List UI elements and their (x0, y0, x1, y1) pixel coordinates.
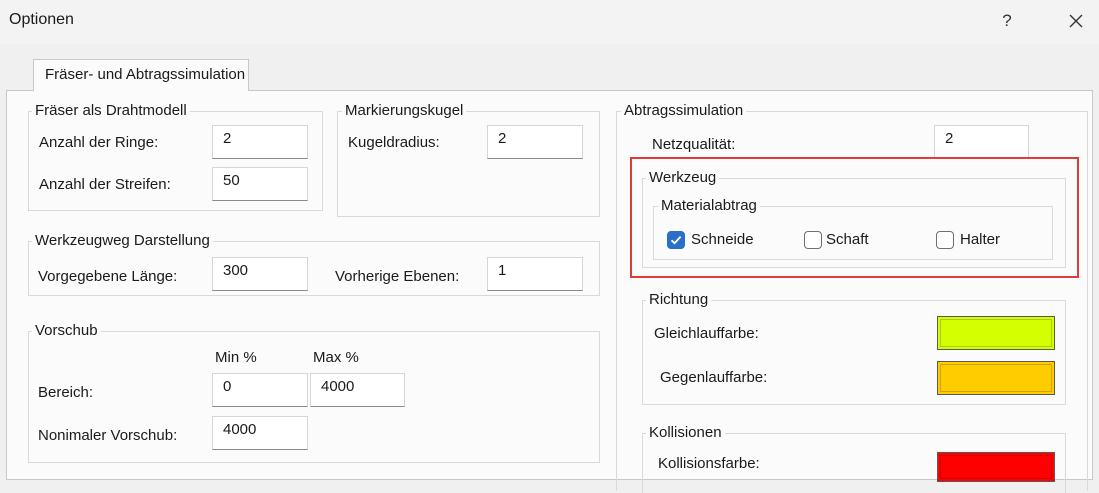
group-title: Richtung (646, 291, 712, 309)
group-title: Werkzeugweg Darstellung (32, 232, 213, 250)
ringe-input[interactable]: 2 (212, 125, 308, 159)
bereich-label: Bereich: (38, 384, 94, 401)
ringe-label: Anzahl der Ringe: (39, 134, 159, 151)
schneide-checkbox[interactable] (667, 231, 685, 249)
group-title: Materialabtrag (658, 197, 760, 215)
ebenen-input[interactable]: 1 (487, 257, 583, 291)
schaft-checkbox[interactable] (804, 231, 822, 249)
help-icon: ? (1002, 11, 1012, 30)
min-header: Min % (215, 349, 257, 366)
laenge-input[interactable]: 300 (212, 257, 308, 291)
streifen-input[interactable]: 50 (212, 167, 308, 201)
gleichlauf-label: Gleichlauffarbe: (654, 325, 759, 342)
close-button[interactable] (1054, 6, 1098, 36)
netzqualitaet-input[interactable]: 2 (934, 125, 1029, 159)
netzqualitaet-label: Netzqualität: (652, 136, 736, 153)
tab-fraeser-abtragssimulation[interactable]: Fräser- und Abtragssimulation (33, 59, 249, 91)
group-title: Werkzeug (646, 169, 720, 187)
schneide-label[interactable]: Schneide (691, 231, 754, 248)
kugelradius-input[interactable]: 2 (487, 125, 583, 159)
group-title: Abtragssimulation (621, 102, 747, 120)
gleichlauf-color-swatch[interactable] (937, 316, 1055, 350)
halter-label[interactable]: Halter (960, 231, 1000, 248)
kollision-label: Kollisionsfarbe: (658, 455, 760, 472)
kollision-color-swatch[interactable] (937, 452, 1055, 482)
nominal-label: Nonimaler Vorschub: (38, 427, 178, 444)
min-input[interactable]: 0 (212, 373, 308, 407)
max-header: Max % (313, 349, 359, 366)
help-button[interactable]: ? (985, 6, 1029, 36)
ebenen-label: Vorherige Ebenen: (335, 268, 460, 285)
gegenlauf-label: Gegenlauffarbe: (660, 369, 768, 386)
kugelradius-label: Kugeldradius: (348, 134, 440, 151)
max-input[interactable]: 4000 (310, 373, 405, 407)
nominal-input[interactable]: 4000 (212, 416, 308, 450)
title-bar: Optionen ? (0, 0, 1099, 44)
group-title: Markierungskugel (342, 102, 467, 120)
tab-label: Fräser- und Abtragssimulation (45, 66, 246, 83)
schaft-label[interactable]: Schaft (826, 231, 869, 248)
halter-checkbox[interactable] (936, 231, 954, 249)
checkmark-icon (670, 235, 682, 245)
gegenlauf-color-swatch[interactable] (937, 361, 1055, 395)
window-title: Optionen (9, 11, 74, 28)
laenge-label: Vorgegebene Länge: (38, 268, 178, 285)
group-title: Kollisionen (646, 424, 725, 442)
close-icon (1069, 14, 1083, 28)
group-title: Fräser als Drahtmodell (32, 102, 190, 120)
group-title: Vorschub (32, 322, 101, 340)
streifen-label: Anzahl der Streifen: (39, 176, 171, 193)
